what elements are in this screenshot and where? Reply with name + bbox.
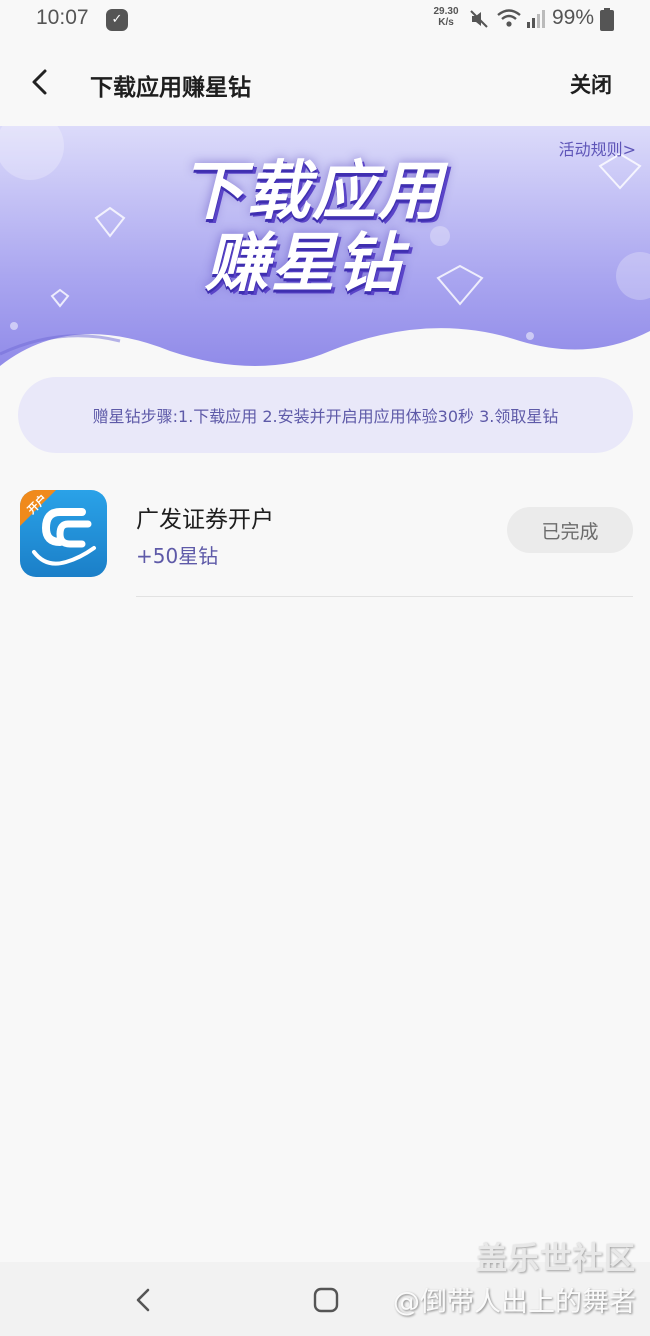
promo-banner: 活动规则> 下载应用 赚星钻 (0, 126, 650, 376)
back-button[interactable] (22, 64, 58, 100)
signal-icon (527, 10, 545, 28)
net-speed-unit: K/s (438, 17, 454, 28)
app-reward: +50星钻 (136, 544, 219, 568)
status-bar: 10:07 ✓ 29.30 K/s 99% (0, 0, 650, 40)
chevron-left-icon (32, 69, 47, 95)
title-bar: 下载应用赚星钻 关闭 (0, 48, 650, 118)
watermark-author: @倒带人出上的舞者 (393, 1287, 636, 1318)
watermark-community: 盖乐世社区 (476, 1241, 636, 1277)
app-icon: 开户 (20, 490, 107, 577)
banner-line-2: 赚星钻 (205, 227, 403, 301)
list-item[interactable]: 开户 广发证券开户 +50星钻 已完成 (0, 480, 650, 598)
steps-banner: 赠星钻步骤:1.下载应用 2.安装并开启用应用体验30秒 3.领取星钻 (18, 377, 633, 453)
net-speed-value: 29.30 (433, 6, 459, 17)
screen: 10:07 ✓ 29.30 K/s 99% 下载应用赚星钻 关闭 活动规则> 下… (0, 0, 650, 1336)
banner-line-1: 下载应用 (180, 155, 444, 229)
completed-button[interactable]: 已完成 (507, 507, 633, 553)
net-speed: 29.30 K/s (428, 6, 464, 28)
battery-icon (600, 8, 614, 31)
page-title: 下载应用赚星钻 (90, 75, 251, 101)
banner-headline: 下载应用 赚星钻 (0, 156, 650, 300)
status-time: 10:07 (36, 6, 89, 29)
app-notification-icon: ✓ (106, 9, 128, 31)
nav-home-icon[interactable] (310, 1284, 342, 1316)
battery-percent: 99% (552, 6, 595, 29)
steps-text: 赠星钻步骤:1.下载应用 2.安装并开启用应用体验30秒 3.领取星钻 (92, 407, 559, 426)
close-button[interactable]: 关闭 (570, 69, 612, 99)
nav-back-icon[interactable] (128, 1284, 160, 1316)
app-name: 广发证券开户 (136, 507, 274, 533)
wifi-icon (497, 9, 521, 27)
mute-icon (470, 10, 488, 28)
divider (136, 596, 633, 597)
